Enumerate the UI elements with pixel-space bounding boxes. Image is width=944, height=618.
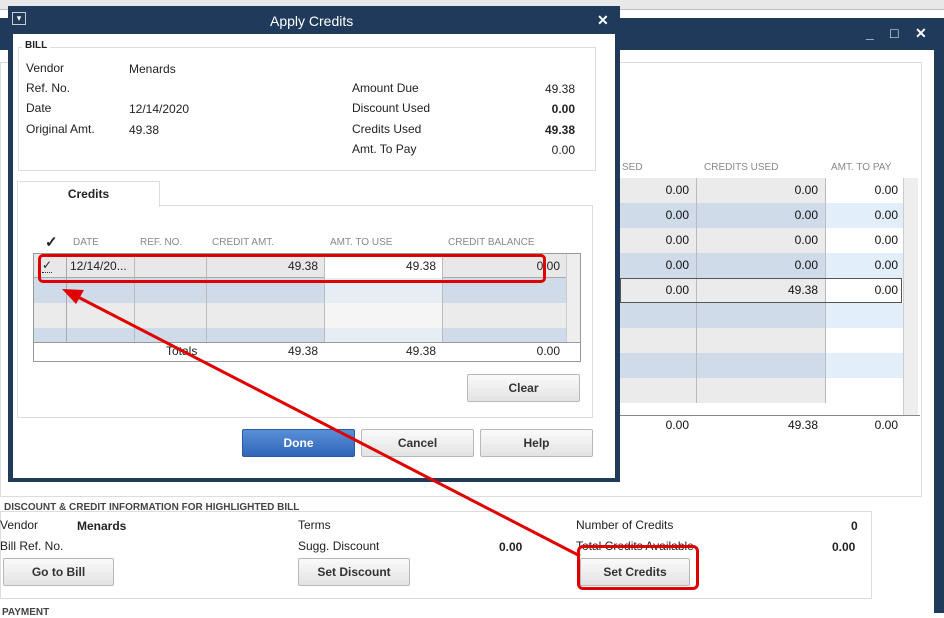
annotation-arrow xyxy=(62,289,581,558)
